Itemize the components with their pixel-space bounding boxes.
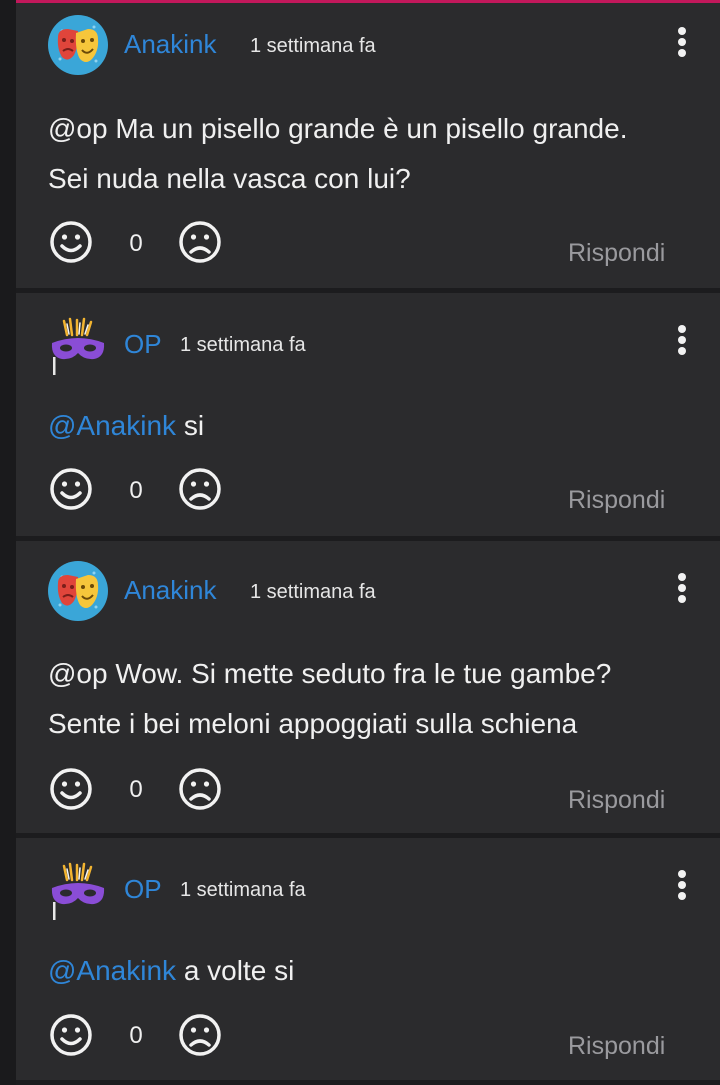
comment-card: OP 1 settimana fa @Anakink si 0 Rispondi (16, 293, 720, 536)
reply-button[interactable]: Rispondi (568, 486, 665, 515)
comment-text: @Anakink a volte si (48, 946, 698, 996)
more-options-icon[interactable] (672, 325, 692, 365)
more-options-icon[interactable] (672, 27, 692, 67)
sad-face-icon[interactable] (178, 1013, 222, 1057)
comment-author[interactable]: Anakink (124, 575, 217, 606)
reply-button[interactable]: Rispondi (568, 1032, 665, 1061)
comment-text-line: @op Ma un pisello grande è un pisello gr… (48, 113, 628, 144)
comment-text-line: @op Wow. Si mette seduto fra le tue gamb… (48, 658, 612, 689)
mention-link[interactable]: @Anakink (48, 410, 176, 441)
comment-text: @Anakink si (48, 401, 698, 451)
reaction-count: 0 (129, 230, 143, 257)
carnival-mask-icon[interactable] (48, 862, 108, 922)
comment-timestamp: 1 settimana fa (180, 879, 306, 901)
reply-button[interactable]: Rispondi (568, 239, 665, 268)
comment-timestamp: 1 settimana fa (250, 581, 376, 603)
carnival-mask-icon[interactable] (48, 317, 108, 377)
happy-face-icon[interactable] (49, 1013, 93, 1057)
theater-masks-icon[interactable] (48, 15, 108, 75)
comment-timestamp: 1 settimana fa (180, 334, 306, 356)
comment-timestamp: 1 settimana fa (250, 35, 376, 57)
comment-card: Anakink 1 settimana fa @op Wow. Si mette… (16, 541, 720, 833)
happy-face-icon[interactable] (49, 767, 93, 811)
reply-button[interactable]: Rispondi (568, 786, 665, 815)
thread-rail (0, 0, 16, 1085)
comment-text-line: Sei nuda nella vasca con lui? (48, 163, 411, 194)
comment-text-rest: a volte si (176, 955, 295, 986)
more-options-icon[interactable] (672, 870, 692, 910)
sad-face-icon[interactable] (178, 767, 222, 811)
comment-text-line: Sente i bei meloni appoggiati sulla schi… (48, 708, 578, 739)
happy-face-icon[interactable] (49, 220, 93, 264)
comment-author[interactable]: OP (124, 874, 162, 905)
reaction-count: 0 (129, 1022, 143, 1049)
reaction-count: 0 (129, 477, 143, 504)
comment-text: @op Wow. Si mette seduto fra le tue gamb… (48, 649, 698, 749)
reaction-count: 0 (129, 776, 143, 803)
happy-face-icon[interactable] (49, 467, 93, 511)
comment-author[interactable]: Anakink (124, 29, 217, 60)
comment-card: OP 1 settimana fa @Anakink a volte si 0 … (16, 838, 720, 1080)
comment-text-rest: si (176, 410, 205, 441)
sad-face-icon[interactable] (178, 467, 222, 511)
comment-author[interactable]: OP (124, 329, 162, 360)
comment-card: Anakink 1 settimana fa @op Ma un pisello… (16, 3, 720, 288)
sad-face-icon[interactable] (178, 220, 222, 264)
mention-link[interactable]: @Anakink (48, 955, 176, 986)
comment-text: @op Ma un pisello grande è un pisello gr… (48, 104, 698, 204)
theater-masks-icon[interactable] (48, 561, 108, 621)
more-options-icon[interactable] (672, 573, 692, 613)
